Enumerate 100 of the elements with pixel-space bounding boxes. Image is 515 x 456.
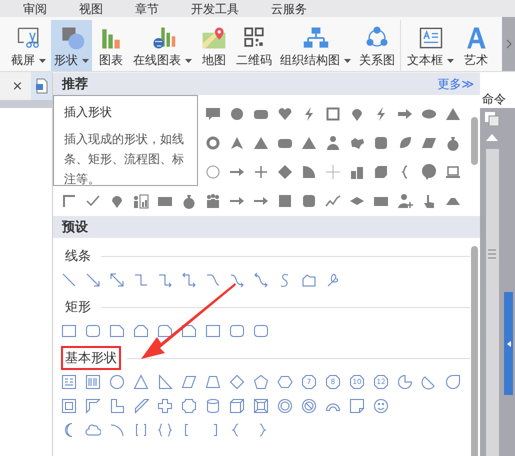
folded-corner-icon[interactable]: [349, 398, 365, 414]
ribbon-button[interactable]: 地图: [197, 20, 231, 71]
pentagon-icon[interactable]: [253, 374, 269, 390]
ribbon-button[interactable]: 截屏: [8, 20, 49, 71]
scrollbar-thumb[interactable]: [471, 117, 478, 165]
ribbon-button[interactable]: 艺术: [459, 20, 493, 71]
pie-icon[interactable]: [397, 374, 413, 390]
menu-tab[interactable]: 审阅: [23, 2, 47, 16]
cube-icon[interactable]: [373, 164, 389, 180]
ribbon-button[interactable]: 在线图表: [130, 20, 195, 71]
freeform-icon[interactable]: [301, 272, 317, 288]
right-triangle-icon[interactable]: [157, 374, 173, 390]
cross-icon[interactable]: [157, 398, 173, 414]
octagon-icon[interactable]: [301, 374, 317, 390]
elbow-arrow-icon[interactable]: [157, 272, 173, 288]
circle-outline-icon[interactable]: [205, 164, 221, 180]
ribbon-button[interactable]: 二维码: [233, 20, 275, 71]
rounded-rectangle-icon[interactable]: [229, 323, 245, 339]
rounded-rectangle-icon[interactable]: [253, 323, 269, 339]
rounded-rectangle-icon[interactable]: [85, 323, 101, 339]
corner-icon[interactable]: [61, 192, 77, 208]
smiley-icon[interactable]: [373, 398, 389, 414]
cylinder-icon[interactable]: [205, 398, 221, 414]
curved-connector-icon[interactable]: [205, 272, 221, 288]
menu-tab[interactable]: 视图: [79, 2, 103, 16]
grip-icon[interactable]: [488, 249, 496, 259]
half-frame-icon[interactable]: [85, 398, 101, 414]
square-outline-icon[interactable]: [325, 106, 341, 122]
person-chart-icon[interactable]: [133, 192, 149, 208]
picture-frame-icon[interactable]: [485, 112, 499, 126]
octagon-icon[interactable]: [349, 374, 365, 390]
person-add-icon[interactable]: [397, 192, 413, 208]
donut-icon[interactable]: [277, 398, 293, 414]
menu-tab[interactable]: 云服务: [271, 2, 307, 16]
double-arrow-line-icon[interactable]: [109, 272, 125, 288]
chord-icon[interactable]: [421, 374, 437, 390]
more-link[interactable]: 更多≫: [437, 76, 474, 92]
arc-icon[interactable]: [109, 422, 125, 438]
people-icon[interactable]: [205, 192, 221, 208]
close-tab-button[interactable]: ×: [0, 72, 31, 100]
square-icon[interactable]: [277, 192, 293, 208]
curved-double-arrow-icon[interactable]: [253, 272, 269, 288]
ring-icon[interactable]: [205, 134, 221, 150]
arrow-line-icon[interactable]: [85, 272, 101, 288]
bracket-pair-icon[interactable]: [133, 422, 149, 438]
octagon-icon[interactable]: [325, 374, 341, 390]
money-bag-icon[interactable]: [181, 192, 197, 208]
frame-icon[interactable]: [61, 398, 77, 414]
diamond-icon[interactable]: [229, 374, 245, 390]
heart-icon[interactable]: [277, 106, 293, 122]
parallelogram-icon[interactable]: [181, 374, 197, 390]
elbow-connector-icon[interactable]: [133, 272, 149, 288]
rounded-square-icon[interactable]: [373, 134, 389, 150]
diamond-icon[interactable]: [277, 164, 293, 180]
scribble-icon[interactable]: [325, 272, 341, 288]
text-box-icon[interactable]: [61, 374, 77, 390]
document-tab[interactable]: [30, 72, 53, 100]
line-icon[interactable]: [61, 272, 77, 288]
teardrop-icon[interactable]: [445, 374, 461, 390]
ribbon-button[interactable]: 关系图: [356, 20, 398, 71]
circle-icon[interactable]: [229, 106, 245, 122]
zigzag-line-icon[interactable]: [325, 192, 341, 208]
octagon-icon[interactable]: [373, 374, 389, 390]
rounded-square-icon[interactable]: [301, 192, 317, 208]
vertical-text-box-icon[interactable]: [85, 374, 101, 390]
thin-cross-icon[interactable]: [325, 164, 341, 180]
rectangle-icon[interactable]: [61, 323, 77, 339]
bevel-icon[interactable]: [253, 398, 269, 414]
speech-bubble-icon[interactable]: [205, 106, 221, 122]
question-bubble-icon[interactable]: [421, 164, 437, 180]
menu-tab[interactable]: 章节: [135, 2, 159, 16]
cube-icon[interactable]: [229, 398, 245, 414]
l-shape-icon[interactable]: [109, 398, 125, 414]
up-arrow-icon[interactable]: [486, 134, 498, 141]
no-symbol-icon[interactable]: [301, 398, 317, 414]
cloud-icon[interactable]: [85, 422, 101, 438]
hexagon-icon[interactable]: [277, 374, 293, 390]
elbow-double-arrow-icon[interactable]: [181, 272, 197, 288]
peak-icon[interactable]: [229, 134, 245, 150]
curved-arrow-icon[interactable]: [229, 272, 245, 288]
check-icon[interactable]: [85, 192, 101, 208]
menu-tab[interactable]: 开发工具: [191, 2, 239, 16]
triangle-icon[interactable]: [133, 374, 149, 390]
hand-icon[interactable]: [421, 192, 437, 208]
leaf-icon[interactable]: [397, 134, 413, 150]
ribbon-button[interactable]: 图表: [94, 20, 128, 71]
money-bag-icon[interactable]: [445, 134, 461, 150]
plaque-icon[interactable]: [181, 398, 197, 414]
brace-pair-icon[interactable]: [157, 422, 173, 438]
ribbon-button[interactable]: 形状: [51, 20, 92, 71]
collapse-handle[interactable]: [504, 292, 513, 395]
plus-icon[interactable]: [253, 164, 269, 180]
trapezoid-icon[interactable]: [205, 374, 221, 390]
triangle-icon[interactable]: [445, 106, 461, 122]
person-icon[interactable]: [325, 134, 341, 150]
circle-icon[interactable]: [109, 374, 125, 390]
rectangle-icon[interactable]: [205, 323, 221, 339]
triangle-icon[interactable]: [301, 134, 317, 150]
ribbon-button[interactable]: 组织结构图: [277, 20, 354, 71]
triangle-icon[interactable]: [253, 134, 269, 150]
